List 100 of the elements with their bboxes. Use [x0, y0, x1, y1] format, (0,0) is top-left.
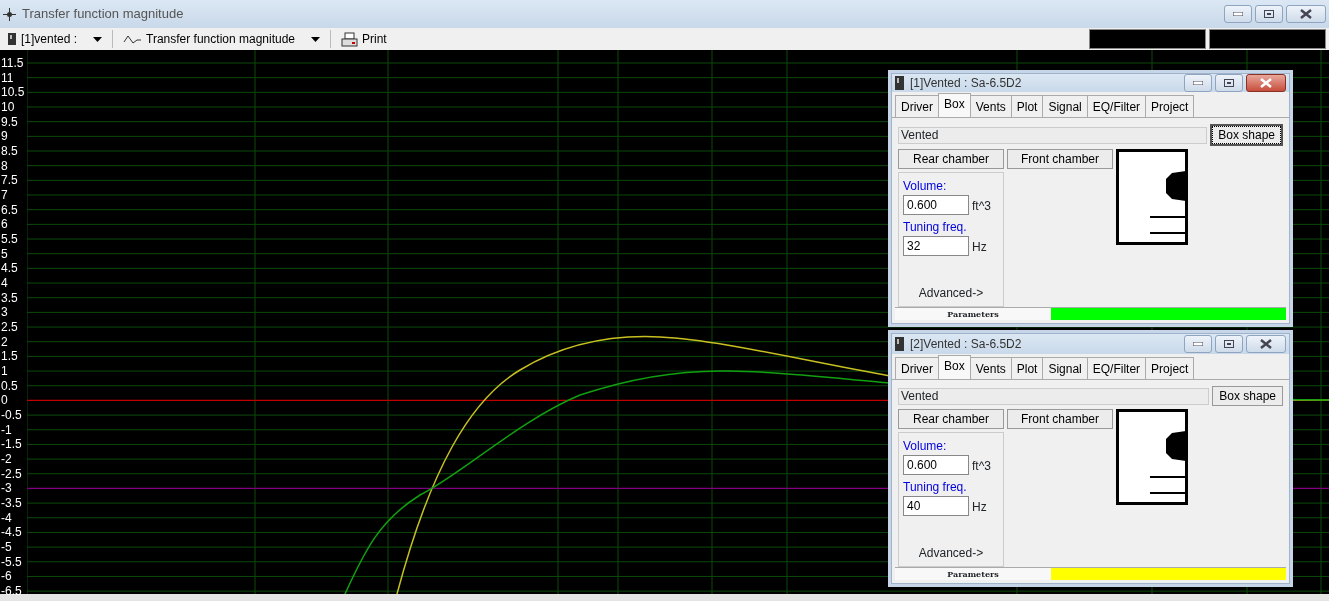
status-label: Parameters: [895, 308, 1051, 320]
close-button[interactable]: [1246, 335, 1286, 353]
axis-label: 7.5: [1, 173, 18, 188]
axis-label: 10: [1, 100, 15, 114]
field-label: Volume:: [903, 438, 948, 455]
dialog-title: [2]Vented : Sa-6.5D2: [910, 336, 1022, 353]
speaker-icon: [895, 76, 904, 90]
speaker-icon: [895, 337, 904, 351]
field-label: Tuning freq.: [903, 479, 968, 496]
maximize-button[interactable]: [1215, 74, 1243, 92]
axis-label: -4.5: [1, 525, 22, 540]
axis-label: 6.5: [1, 202, 18, 217]
axis-label: 7: [1, 188, 8, 202]
minimize-icon: [1233, 12, 1243, 16]
axis-label: 6: [1, 217, 8, 232]
close-button[interactable]: [1286, 5, 1326, 23]
axis-label: 1.5: [1, 349, 18, 364]
input-field[interactable]: 0.600: [903, 455, 969, 475]
unit-label: ft^3: [972, 198, 991, 215]
axis-label: -2.5: [1, 466, 22, 481]
unit-label: Hz: [972, 499, 987, 516]
close-icon: [1300, 9, 1312, 19]
axis-label: 9: [1, 129, 8, 144]
advanced-link[interactable]: Advanced->: [903, 544, 999, 562]
box-shape-button[interactable]: Box shape: [1212, 386, 1283, 406]
maximize-button[interactable]: [1215, 335, 1243, 353]
wave-icon: [123, 33, 143, 45]
tab[interactable]: Driver: [895, 357, 939, 379]
axis-label: -2: [1, 452, 12, 467]
advanced-link[interactable]: Advanced->: [903, 284, 999, 302]
axis-label: -5: [1, 540, 12, 555]
axis-label: 8.5: [1, 144, 18, 158]
maximize-icon: [1264, 10, 1274, 18]
tab[interactable]: EQ/Filter: [1086, 95, 1147, 117]
axis-label: -4: [1, 510, 12, 525]
box-type-field: Vented: [898, 387, 1210, 405]
tab[interactable]: Driver: [895, 95, 939, 117]
input-field[interactable]: 40: [903, 496, 969, 516]
axis-label: -1.5: [1, 437, 22, 452]
input-field[interactable]: 32: [903, 236, 969, 256]
chamber-button[interactable]: Rear chamber: [898, 409, 1004, 429]
dialog-title: [1]Vented : Sa-6.5D2: [910, 75, 1022, 92]
crosshair-icon: [3, 7, 16, 21]
minimize-icon: [1193, 342, 1203, 346]
unit-label: ft^3: [972, 458, 991, 475]
maximize-button[interactable]: [1255, 5, 1283, 23]
tab[interactable]: Box: [938, 93, 971, 117]
tab[interactable]: Project: [1145, 95, 1195, 117]
chamber-button[interactable]: Front chamber: [1007, 149, 1113, 169]
minimize-icon: [1193, 81, 1203, 85]
box-type-field: Vented: [898, 126, 1208, 144]
axis-label: 5: [1, 246, 8, 261]
axis-label: 3.5: [1, 290, 18, 305]
axis-label: -5.5: [1, 554, 22, 569]
caret-icon: [311, 37, 320, 43]
maximize-icon: [1224, 79, 1234, 87]
axis-label: 11.5: [1, 56, 24, 70]
maximize-icon: [1224, 340, 1234, 348]
print-button[interactable]: Print: [337, 30, 391, 48]
chamber-button[interactable]: Rear chamber: [898, 149, 1004, 169]
close-button[interactable]: [1246, 74, 1286, 92]
axis-label: 5.5: [1, 232, 18, 247]
dropdown-button[interactable]: Transfer function magnitude: [119, 30, 324, 48]
status-label: Parameters: [895, 568, 1051, 580]
axis-label: 3: [1, 305, 8, 320]
axis-label: -0.5: [1, 408, 22, 423]
unit-label: Hz: [972, 239, 987, 256]
axis-label: 1: [1, 364, 8, 379]
axis-label: -1: [1, 422, 12, 437]
scroll-bar[interactable]: [0, 594, 1329, 601]
input-field[interactable]: 0.600: [903, 195, 969, 215]
axis-label: 10.5: [1, 85, 25, 100]
axis-label: 0: [1, 393, 8, 408]
tab[interactable]: Signal: [1042, 357, 1088, 379]
tab[interactable]: Signal: [1042, 95, 1088, 117]
window-title: Transfer function magnitude: [22, 5, 184, 24]
axis-label: 8: [1, 158, 8, 173]
axis-label: 9.5: [1, 114, 18, 129]
close-icon: [1260, 78, 1272, 88]
tab[interactable]: Box: [938, 355, 971, 379]
axis-label: -3: [1, 481, 12, 496]
close-icon: [1260, 339, 1272, 349]
printer-icon: [341, 31, 358, 47]
speaker-icon: [7, 32, 17, 46]
chamber-button[interactable]: Front chamber: [1007, 409, 1113, 429]
field-label: Tuning freq.: [903, 219, 968, 236]
axis-label: 2: [1, 334, 8, 349]
caret-icon: [93, 37, 103, 43]
axis-label: -6: [1, 569, 12, 584]
axis-label: 4: [1, 276, 8, 291]
axis-label: 0.5: [1, 378, 18, 393]
axis-label: -3.5: [1, 496, 22, 511]
tab[interactable]: Project: [1145, 357, 1195, 379]
axis-label: 11: [1, 70, 14, 85]
tab[interactable]: EQ/Filter: [1086, 357, 1147, 379]
axis-label: 2.5: [1, 320, 18, 335]
field-label: Volume:: [903, 178, 948, 195]
axis-label: 4.5: [1, 261, 18, 276]
box-shape-button[interactable]: Box shape: [1210, 124, 1283, 146]
dropdown-button[interactable]: [1]vented :: [3, 30, 107, 48]
